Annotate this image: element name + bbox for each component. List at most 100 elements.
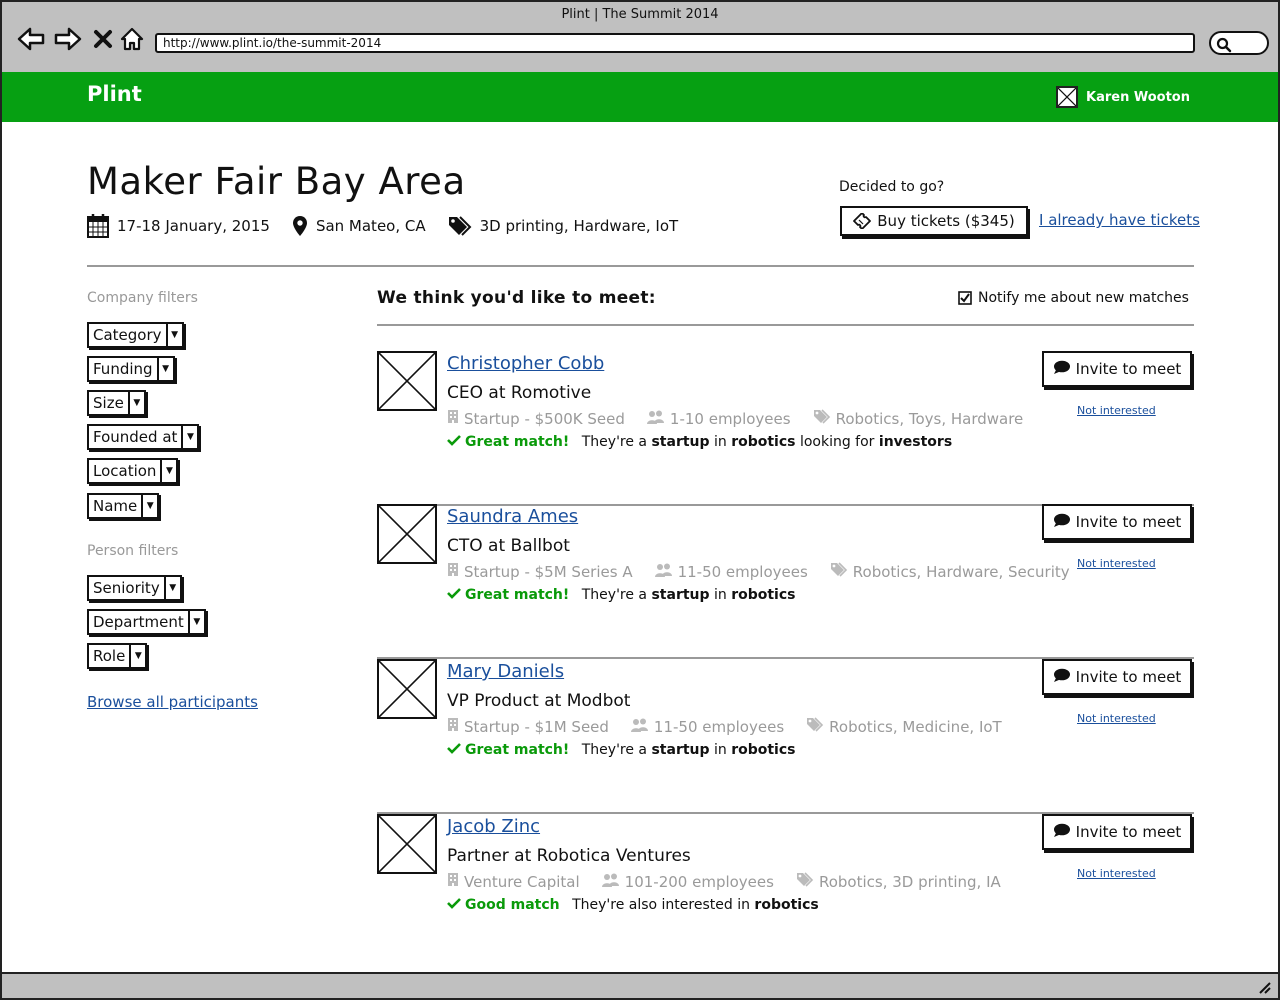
caret-down-icon: ▼ (156, 356, 173, 382)
caret-down-icon: ▼ (181, 424, 197, 450)
invite-to-meet-button[interactable]: Invite to meet (1042, 659, 1192, 695)
chat-icon (1053, 668, 1071, 687)
caret-down-icon: ▼ (165, 322, 182, 348)
check-icon (447, 434, 461, 450)
filter-size[interactable]: Size ▼ (87, 390, 146, 416)
not-interested-link[interactable]: Not interested (1077, 404, 1157, 417)
forward-icon[interactable] (53, 24, 83, 54)
filter-founded-at[interactable]: Founded at ▼ (87, 424, 200, 450)
match-reason-part: robotics (731, 587, 796, 603)
chat-icon (1053, 513, 1071, 532)
filter-location[interactable]: Location ▼ (87, 458, 179, 484)
filter-name[interactable]: Name ▼ (87, 493, 160, 519)
invite-to-meet-button[interactable]: Invite to meet (1042, 814, 1192, 850)
person-role: Partner at Robotica Ventures (447, 846, 691, 866)
person-name-link[interactable]: Saundra Ames (447, 506, 578, 527)
person-name-link[interactable]: Jacob Zinc (447, 816, 540, 837)
invite-to-meet-button[interactable]: Invite to meet (1042, 351, 1192, 387)
profile-photo-placeholder[interactable] (377, 504, 437, 564)
chat-icon (1053, 823, 1071, 842)
person-name-link[interactable]: Mary Daniels (447, 661, 564, 682)
person-role: CEO at Romotive (447, 383, 592, 403)
filter-funding[interactable]: Funding ▼ (87, 356, 175, 382)
filter-role[interactable]: Role ▼ (87, 643, 148, 669)
match-quality: Great match! (465, 587, 570, 603)
match-reason-text: They're also interested in robotics (572, 897, 819, 913)
user-menu[interactable]: Karen Wooton (1056, 86, 1190, 108)
tags-icon (448, 216, 472, 236)
person-name-link[interactable]: Christopher Cobb (447, 353, 604, 374)
person-role: CTO at Ballbot (447, 536, 570, 556)
caret-down-icon: ▼ (129, 643, 145, 669)
match-reason-text: They're a startup in robotics (582, 587, 796, 603)
calendar-icon (87, 214, 109, 238)
home-icon[interactable] (117, 24, 147, 54)
match-reason: Good match They're also interested in ro… (447, 897, 819, 913)
buy-tickets-button[interactable]: Buy tickets ($345) (840, 206, 1028, 236)
browser-chrome: Plint | The Summit 2014 http://www.plint… (0, 0, 1280, 72)
company-type: Startup - $5M Series A (447, 562, 633, 581)
event-tags: 3D printing, Hardware, IoT (448, 216, 679, 236)
invite-to-meet-button[interactable]: Invite to meet (1042, 504, 1192, 540)
not-interested-link[interactable]: Not interested (1077, 712, 1157, 725)
browse-all-participants-link[interactable]: Browse all participants (87, 693, 258, 711)
not-interested-link[interactable]: Not interested (1077, 557, 1157, 570)
event-meta: 17-18 January, 2015 San Mateo, CA 3D pri… (87, 214, 700, 238)
caret-down-icon: ▼ (163, 575, 180, 601)
profile-photo-placeholder[interactable] (377, 351, 437, 411)
url-input[interactable]: http://www.plint.io/the-summit-2014 (155, 33, 1195, 53)
company-tags: Robotics, Medicine, IoT (806, 717, 1002, 736)
match-reason-part: They're a (581, 742, 652, 758)
profile-photo-placeholder[interactable] (377, 814, 437, 874)
match-reason-part: in (709, 587, 732, 603)
person-filters-heading: Person filters (87, 543, 179, 559)
page-content: Maker Fair Bay Area 17-18 January, 2015 … (0, 122, 1280, 972)
profile-photo-placeholder[interactable] (377, 659, 437, 719)
filter-seniority[interactable]: Seniority ▼ (87, 575, 182, 601)
match-reason-part: They're also interested in (572, 897, 755, 913)
building-icon (447, 872, 459, 891)
match-reason-part: in (709, 742, 732, 758)
browser-search-box[interactable] (1209, 31, 1269, 55)
match-reason: Great match! They're a startup in roboti… (447, 742, 796, 758)
stop-icon[interactable] (88, 24, 118, 54)
resize-grip-icon[interactable] (1256, 979, 1272, 995)
match-card: Saundra Ames CTO at Ballbot Startup - $5M … (377, 504, 1194, 659)
checkbox-checked-icon[interactable] (958, 291, 972, 305)
filter-category[interactable]: Category ▼ (87, 322, 184, 348)
caret-down-icon: ▼ (141, 493, 157, 519)
tags-icon (813, 409, 831, 428)
avatar (1056, 86, 1078, 108)
match-reason: Great match! They're a startup in roboti… (447, 434, 952, 450)
match-reason-part: robotics (731, 434, 796, 450)
match-card: Jacob Zinc Partner at Robotica Ventures Ve… (377, 814, 1194, 969)
notify-matches-checkbox[interactable]: Notify me about new matches (958, 290, 1189, 306)
match-reason-part: robotics (731, 742, 796, 758)
users-icon (630, 718, 649, 736)
match-quality: Great match! (465, 434, 570, 450)
tags-icon (830, 562, 848, 581)
event-location: San Mateo, CA (292, 215, 426, 237)
match-reason: Great match! They're a startup in roboti… (447, 587, 796, 603)
chat-icon (1053, 360, 1071, 379)
filter-department[interactable]: Department ▼ (87, 609, 206, 635)
search-icon (1216, 37, 1232, 53)
match-quality: Great match! (465, 742, 570, 758)
caret-down-icon: ▼ (187, 609, 204, 635)
buy-tickets-label: Buy tickets ($345) (877, 212, 1015, 230)
company-tags: Robotics, Hardware, Security (830, 562, 1070, 581)
event-tags-text: 3D printing, Hardware, IoT (479, 217, 679, 235)
brand-logo[interactable]: Plint (87, 82, 142, 106)
not-interested-link[interactable]: Not interested (1077, 867, 1157, 880)
company-info: Venture Capital 101-200 employees Robotics… (447, 872, 1023, 891)
already-have-tickets-link[interactable]: I already have tickets (1039, 211, 1200, 229)
caret-down-icon: ▼ (127, 390, 144, 416)
company-type: Startup - $1M Seed (447, 717, 609, 736)
divider (87, 265, 1194, 267)
divider (377, 324, 1194, 326)
company-tags: Robotics, Toys, Hardware (813, 409, 1023, 428)
check-icon (447, 742, 461, 758)
page-title: Maker Fair Bay Area (87, 160, 466, 203)
back-icon[interactable] (16, 24, 46, 54)
decided-prompt: Decided to go? (839, 179, 945, 195)
